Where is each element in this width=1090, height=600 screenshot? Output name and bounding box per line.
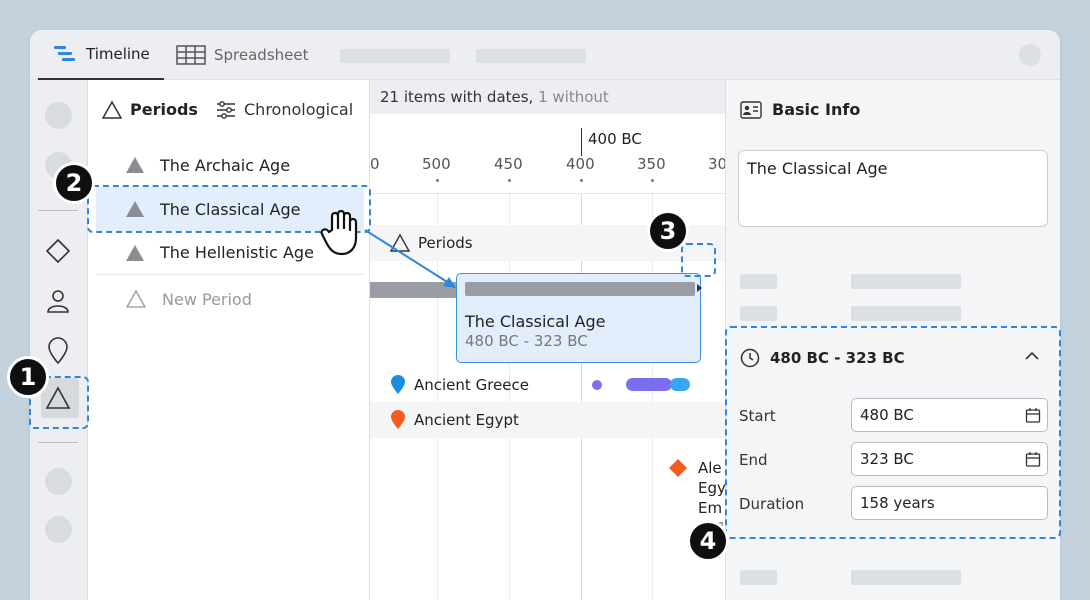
hand-cursor-icon [320,209,358,256]
connector-arrow [364,229,456,288]
callout-badge-3: 3 [647,210,689,252]
callout-badge-1: 1 [7,356,49,398]
callout-badge-2: 2 [53,162,95,204]
callout-badge-4: 4 [687,520,729,562]
